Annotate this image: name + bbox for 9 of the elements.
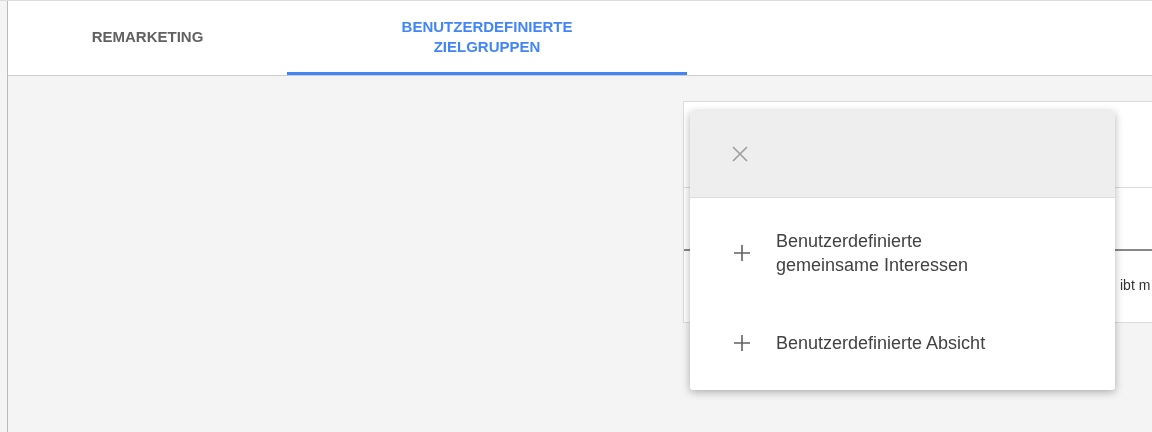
plus-icon	[732, 333, 752, 353]
plus-icon	[732, 243, 752, 263]
menu-item[interactable]: Benutzerdefinierte Absicht	[690, 308, 1115, 378]
close-icon	[730, 144, 750, 164]
tab[interactable]: BENUTZERDEFINIERTE ZIELGRUPPEN	[287, 1, 687, 75]
menu-item[interactable]: Benutzerdefinierte gemeinsame Interessen	[690, 198, 1115, 308]
card-text: ibt m	[1120, 277, 1151, 293]
close-button[interactable]	[730, 144, 750, 164]
tab[interactable]: REMARKETING	[8, 1, 287, 75]
